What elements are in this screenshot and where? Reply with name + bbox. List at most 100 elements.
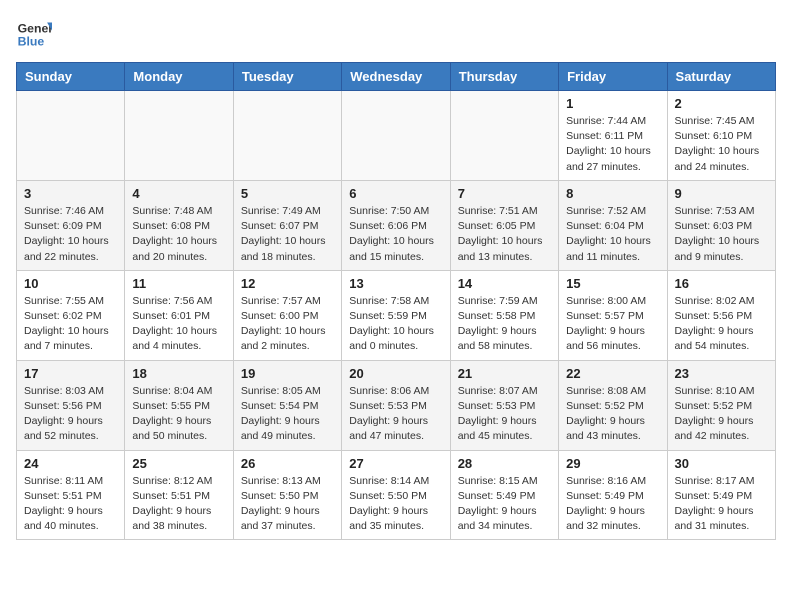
cell-info: Sunrise: 7:46 AM Sunset: 6:09 PM Dayligh… [24,204,117,265]
weekday-header-thursday: Thursday [450,63,558,91]
day-number: 22 [566,366,659,381]
day-number: 30 [675,456,768,471]
calendar-cell: 19 Sunrise: 8:05 AM Sunset: 5:54 PM Dayli… [233,360,341,450]
cell-info: Sunrise: 8:14 AM Sunset: 5:50 PM Dayligh… [349,474,442,535]
calendar-cell [450,91,558,181]
calendar-week-row: 3 Sunrise: 7:46 AM Sunset: 6:09 PM Daylig… [17,180,776,270]
logo-icon: General Blue [16,16,52,52]
weekday-header-friday: Friday [559,63,667,91]
calendar-cell: 13 Sunrise: 7:58 AM Sunset: 5:59 PM Dayli… [342,270,450,360]
day-number: 3 [24,186,117,201]
calendar-cell: 12 Sunrise: 7:57 AM Sunset: 6:00 PM Dayli… [233,270,341,360]
cell-info: Sunrise: 8:07 AM Sunset: 5:53 PM Dayligh… [458,384,551,445]
logo: General Blue [16,16,56,52]
cell-info: Sunrise: 8:02 AM Sunset: 5:56 PM Dayligh… [675,294,768,355]
calendar-cell: 20 Sunrise: 8:06 AM Sunset: 5:53 PM Dayli… [342,360,450,450]
calendar-cell: 16 Sunrise: 8:02 AM Sunset: 5:56 PM Dayli… [667,270,775,360]
day-number: 16 [675,276,768,291]
calendar-cell: 15 Sunrise: 8:00 AM Sunset: 5:57 PM Dayli… [559,270,667,360]
cell-info: Sunrise: 7:49 AM Sunset: 6:07 PM Dayligh… [241,204,334,265]
calendar-cell: 23 Sunrise: 8:10 AM Sunset: 5:52 PM Dayli… [667,360,775,450]
calendar-cell: 30 Sunrise: 8:17 AM Sunset: 5:49 PM Dayli… [667,450,775,540]
calendar-cell [342,91,450,181]
cell-info: Sunrise: 7:53 AM Sunset: 6:03 PM Dayligh… [675,204,768,265]
day-number: 20 [349,366,442,381]
calendar-cell: 22 Sunrise: 8:08 AM Sunset: 5:52 PM Dayli… [559,360,667,450]
day-number: 24 [24,456,117,471]
cell-info: Sunrise: 7:58 AM Sunset: 5:59 PM Dayligh… [349,294,442,355]
svg-text:Blue: Blue [18,34,45,48]
weekday-header-monday: Monday [125,63,233,91]
calendar-week-row: 1Sunrise: 7:44 AM Sunset: 6:11 PM Daylig… [17,91,776,181]
cell-info: Sunrise: 8:10 AM Sunset: 5:52 PM Dayligh… [675,384,768,445]
day-number: 25 [132,456,225,471]
calendar-cell: 10 Sunrise: 7:55 AM Sunset: 6:02 PM Dayli… [17,270,125,360]
calendar-cell: 2 Sunrise: 7:45 AM Sunset: 6:10 PM Daylig… [667,91,775,181]
cell-info: Sunrise: 7:59 AM Sunset: 5:58 PM Dayligh… [458,294,551,355]
cell-info: Sunrise: 7:56 AM Sunset: 6:01 PM Dayligh… [132,294,225,355]
calendar-cell: 5 Sunrise: 7:49 AM Sunset: 6:07 PM Daylig… [233,180,341,270]
day-number: 9 [675,186,768,201]
cell-info: Sunrise: 7:44 AM Sunset: 6:11 PM Dayligh… [566,114,659,175]
cell-info: Sunrise: 8:03 AM Sunset: 5:56 PM Dayligh… [24,384,117,445]
weekday-header-wednesday: Wednesday [342,63,450,91]
calendar-cell: 7 Sunrise: 7:51 AM Sunset: 6:05 PM Daylig… [450,180,558,270]
cell-info: Sunrise: 7:51 AM Sunset: 6:05 PM Dayligh… [458,204,551,265]
cell-info: Sunrise: 7:57 AM Sunset: 6:00 PM Dayligh… [241,294,334,355]
day-number: 4 [132,186,225,201]
cell-info: Sunrise: 8:04 AM Sunset: 5:55 PM Dayligh… [132,384,225,445]
day-number: 27 [349,456,442,471]
page-header: General Blue [16,16,776,52]
day-number: 12 [241,276,334,291]
day-number: 17 [24,366,117,381]
cell-info: Sunrise: 7:48 AM Sunset: 6:08 PM Dayligh… [132,204,225,265]
calendar-cell: 3 Sunrise: 7:46 AM Sunset: 6:09 PM Daylig… [17,180,125,270]
calendar-cell [125,91,233,181]
day-number: 18 [132,366,225,381]
calendar-cell: 28Sunrise: 8:15 AM Sunset: 5:49 PM Dayli… [450,450,558,540]
cell-info: Sunrise: 8:12 AM Sunset: 5:51 PM Dayligh… [132,474,225,535]
cell-info: Sunrise: 8:00 AM Sunset: 5:57 PM Dayligh… [566,294,659,355]
calendar-cell: 27 Sunrise: 8:14 AM Sunset: 5:50 PM Dayli… [342,450,450,540]
day-number: 10 [24,276,117,291]
cell-info: Sunrise: 8:08 AM Sunset: 5:52 PM Dayligh… [566,384,659,445]
cell-info: Sunrise: 8:05 AM Sunset: 5:54 PM Dayligh… [241,384,334,445]
calendar-week-row: 10 Sunrise: 7:55 AM Sunset: 6:02 PM Dayli… [17,270,776,360]
cell-info: Sunrise: 7:45 AM Sunset: 6:10 PM Dayligh… [675,114,768,175]
cell-info: Sunrise: 8:11 AM Sunset: 5:51 PM Dayligh… [24,474,117,535]
day-number: 23 [675,366,768,381]
day-number: 5 [241,186,334,201]
day-number: 8 [566,186,659,201]
day-number: 21 [458,366,551,381]
calendar-cell: 11Sunrise: 7:56 AM Sunset: 6:01 PM Dayli… [125,270,233,360]
day-number: 2 [675,96,768,111]
calendar-week-row: 17 Sunrise: 8:03 AM Sunset: 5:56 PM Dayli… [17,360,776,450]
cell-info: Sunrise: 8:15 AM Sunset: 5:49 PM Dayligh… [458,474,551,535]
day-number: 19 [241,366,334,381]
cell-info: Sunrise: 8:17 AM Sunset: 5:49 PM Dayligh… [675,474,768,535]
cell-info: Sunrise: 7:52 AM Sunset: 6:04 PM Dayligh… [566,204,659,265]
cell-info: Sunrise: 8:13 AM Sunset: 5:50 PM Dayligh… [241,474,334,535]
calendar-cell: 18 Sunrise: 8:04 AM Sunset: 5:55 PM Dayli… [125,360,233,450]
weekday-header-sunday: Sunday [17,63,125,91]
calendar-cell: 26Sunrise: 8:13 AM Sunset: 5:50 PM Dayli… [233,450,341,540]
calendar-table: SundayMondayTuesdayWednesdayThursdayFrid… [16,62,776,540]
day-number: 15 [566,276,659,291]
weekday-header-saturday: Saturday [667,63,775,91]
calendar-cell: 17 Sunrise: 8:03 AM Sunset: 5:56 PM Dayli… [17,360,125,450]
calendar-cell: 29Sunrise: 8:16 AM Sunset: 5:49 PM Dayli… [559,450,667,540]
weekday-header-row: SundayMondayTuesdayWednesdayThursdayFrid… [17,63,776,91]
day-number: 29 [566,456,659,471]
day-number: 7 [458,186,551,201]
calendar-cell: 9 Sunrise: 7:53 AM Sunset: 6:03 PM Daylig… [667,180,775,270]
calendar-cell: 6Sunrise: 7:50 AM Sunset: 6:06 PM Daylig… [342,180,450,270]
cell-info: Sunrise: 7:55 AM Sunset: 6:02 PM Dayligh… [24,294,117,355]
calendar-cell [17,91,125,181]
calendar-cell: 24 Sunrise: 8:11 AM Sunset: 5:51 PM Dayli… [17,450,125,540]
svg-text:General: General [18,21,52,35]
cell-info: Sunrise: 7:50 AM Sunset: 6:06 PM Dayligh… [349,204,442,265]
day-number: 13 [349,276,442,291]
weekday-header-tuesday: Tuesday [233,63,341,91]
cell-info: Sunrise: 8:06 AM Sunset: 5:53 PM Dayligh… [349,384,442,445]
calendar-cell [233,91,341,181]
